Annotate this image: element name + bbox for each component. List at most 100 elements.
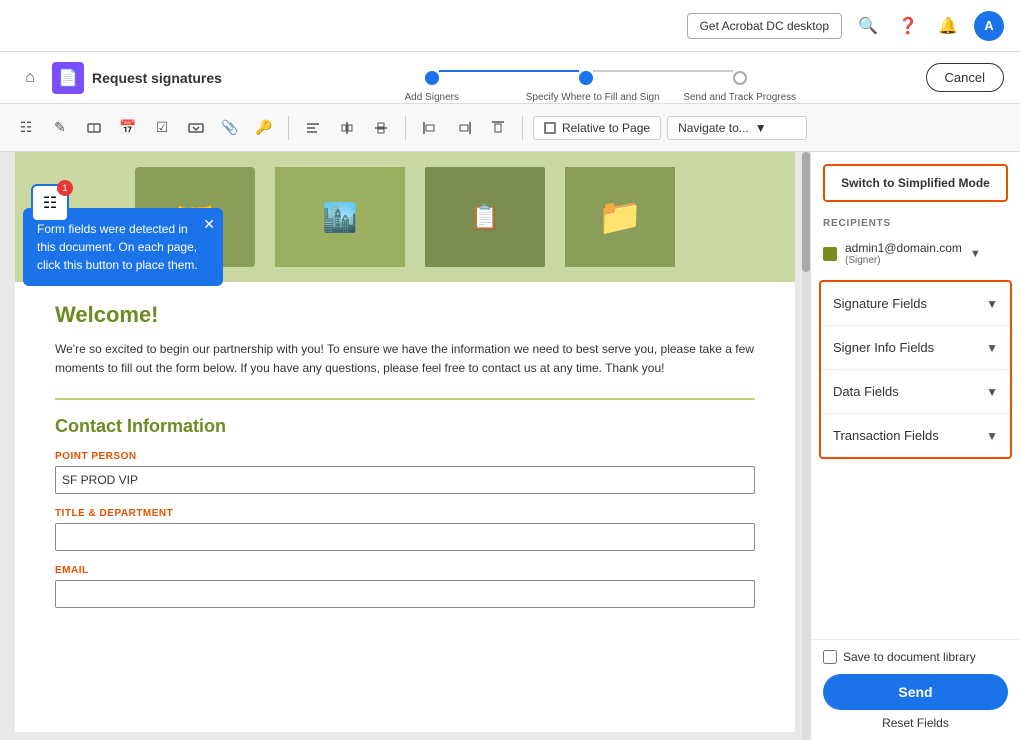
steps-container: Add Signers Specify Where to Fill and Si… xyxy=(246,70,926,86)
avatar[interactable]: A xyxy=(974,11,1004,41)
top-bar: Get Acrobat DC desktop 🔍 ❓ 🔔 A xyxy=(0,0,1020,52)
recipients-label: RECIPIENTS xyxy=(811,214,1020,235)
relative-to-page-label: Relative to Page xyxy=(562,121,650,135)
stamp-icon[interactable]: 🔑 xyxy=(250,114,278,142)
step-line-2 xyxy=(593,70,733,72)
signature-fields-label: Signature Fields xyxy=(833,296,927,311)
right-panel: Switch to Simplified Mode RECIPIENTS adm… xyxy=(810,152,1020,740)
recipient-row[interactable]: admin1@domain.com (Signer) ▼ xyxy=(811,235,1020,272)
signer-info-label: Signer Info Fields xyxy=(833,340,934,355)
save-library-checkbox[interactable] xyxy=(823,650,837,664)
align-top-edge-icon[interactable] xyxy=(484,114,512,142)
bottom-actions: Save to document library Send Reset Fiel… xyxy=(811,639,1020,740)
document-content: Welcome! We're so excited to begin our p… xyxy=(15,282,795,642)
home-button[interactable]: ⌂ xyxy=(16,64,44,92)
fields-badge: 1 xyxy=(57,180,73,196)
document-page: ☷ 1 ✕ Form fields were detected in this … xyxy=(15,152,795,732)
navigate-dropdown[interactable]: Navigate to... ▼ xyxy=(667,116,807,140)
step-1: Add Signers xyxy=(425,71,439,85)
data-fields-row[interactable]: Data Fields ▼ xyxy=(821,370,1010,414)
align-right-edge-icon[interactable] xyxy=(450,114,478,142)
cancel-button[interactable]: Cancel xyxy=(926,63,1004,92)
help-icon[interactable]: ❓ xyxy=(894,12,922,40)
resume-image: 📋 xyxy=(425,167,545,267)
form-fields-icon: ☷ xyxy=(43,193,57,213)
initials-icon[interactable] xyxy=(80,114,108,142)
distribute-v-icon[interactable] xyxy=(367,114,395,142)
section-title: Contact Information xyxy=(55,416,755,437)
recipient-chevron-icon: ▼ xyxy=(970,248,981,260)
welcome-heading: Welcome! xyxy=(55,302,755,328)
scrollbar-thumb[interactable] xyxy=(802,152,810,272)
data-fields-chevron-icon: ▼ xyxy=(986,385,998,399)
recipient-info: admin1@domain.com (Signer) xyxy=(845,241,962,266)
send-button[interactable]: Send xyxy=(823,674,1008,710)
navigate-label: Navigate to... xyxy=(678,121,749,135)
text-field-icon[interactable]: ☷ xyxy=(12,114,40,142)
navigate-chevron-icon: ▼ xyxy=(755,121,767,135)
intro-text: We're so excited to begin our partnershi… xyxy=(55,340,755,378)
simplified-mode-button[interactable]: Switch to Simplified Mode xyxy=(823,164,1008,202)
place-fields-button[interactable]: ☷ 1 xyxy=(31,184,69,222)
get-acrobat-button[interactable]: Get Acrobat DC desktop xyxy=(687,13,842,39)
step3-label: Send and Track Progress xyxy=(680,92,800,103)
recipient-color-indicator xyxy=(823,247,837,261)
signer-info-fields-row[interactable]: Signer Info Fields ▼ xyxy=(821,326,1010,370)
signature-fields-chevron-icon: ▼ xyxy=(986,297,998,311)
breadcrumb-title: Request signatures xyxy=(92,70,222,86)
step-3: Send and Track Progress xyxy=(733,71,747,85)
step1-label: Add Signers xyxy=(372,92,492,103)
save-library-label: Save to document library xyxy=(843,650,976,664)
top-bar-right: Get Acrobat DC desktop 🔍 ❓ 🔔 A xyxy=(687,11,1004,41)
align-left-edge-icon[interactable] xyxy=(416,114,444,142)
main-layout: ☷ 1 ✕ Form fields were detected in this … xyxy=(0,152,1020,740)
relative-to-page-button[interactable]: Relative to Page xyxy=(533,116,661,140)
distribute-h-icon[interactable] xyxy=(333,114,361,142)
transaction-fields-chevron-icon: ▼ xyxy=(986,429,998,443)
spacer xyxy=(811,467,1020,639)
dropdown-icon[interactable] xyxy=(182,114,210,142)
signer-info-chevron-icon: ▼ xyxy=(986,341,998,355)
point-person-input[interactable] xyxy=(55,466,755,494)
doc-icon: 📄 xyxy=(52,62,84,94)
step2-label: Specify Where to Fill and Sign xyxy=(526,92,646,103)
title-department-input[interactable] xyxy=(55,523,755,551)
breadcrumb-bar: ⌂ 📄 Request signatures Add Signers Speci… xyxy=(0,52,1020,104)
step2-dot xyxy=(579,71,593,85)
city-image: 🏙️ xyxy=(275,167,405,267)
doc-divider xyxy=(55,398,755,400)
step3-dot xyxy=(733,71,747,85)
align-left-icon[interactable] xyxy=(299,114,327,142)
document-area[interactable]: ☷ 1 ✕ Form fields were detected in this … xyxy=(0,152,810,740)
signature-icon[interactable]: ✎ xyxy=(46,114,74,142)
toolbar-sep-2 xyxy=(405,116,406,140)
save-library-row: Save to document library xyxy=(823,650,1008,664)
bell-icon[interactable]: 🔔 xyxy=(934,12,962,40)
checkbox-icon[interactable]: ☑ xyxy=(148,114,176,142)
reset-fields-link[interactable]: Reset Fields xyxy=(823,716,1008,730)
step1-dot xyxy=(425,71,439,85)
recipient-name: admin1@domain.com xyxy=(845,241,962,255)
tooltip-close-button[interactable]: ✕ xyxy=(203,214,215,235)
attach-icon[interactable]: 📎 xyxy=(216,114,244,142)
scrollbar-track[interactable] xyxy=(802,152,810,740)
email-input[interactable] xyxy=(55,580,755,608)
toolbar: ☷ ✎ 📅 ☑ 📎 🔑 Relative to Page Navigate to… xyxy=(0,104,1020,152)
field2-label: TITLE & DEPARTMENT xyxy=(55,508,755,519)
date-icon[interactable]: 📅 xyxy=(114,114,142,142)
fields-section: Signature Fields ▼ Signer Info Fields ▼ … xyxy=(819,280,1012,459)
transaction-fields-row[interactable]: Transaction Fields ▼ xyxy=(821,414,1010,457)
step-2: Specify Where to Fill and Sign xyxy=(579,71,593,85)
transaction-fields-label: Transaction Fields xyxy=(833,428,939,443)
toolbar-sep-1 xyxy=(288,116,289,140)
field1-label: POINT PERSON xyxy=(55,451,755,462)
folder-image: 📁 xyxy=(565,167,675,267)
signature-fields-row[interactable]: Signature Fields ▼ xyxy=(821,282,1010,326)
field3-label: EMAIL xyxy=(55,565,755,576)
toolbar-sep-3 xyxy=(522,116,523,140)
step-line-1 xyxy=(439,70,579,72)
tooltip-message: Form fields were detected in this docume… xyxy=(37,222,198,272)
search-icon[interactable]: 🔍 xyxy=(854,12,882,40)
data-fields-label: Data Fields xyxy=(833,384,899,399)
recipient-role: (Signer) xyxy=(845,255,962,266)
